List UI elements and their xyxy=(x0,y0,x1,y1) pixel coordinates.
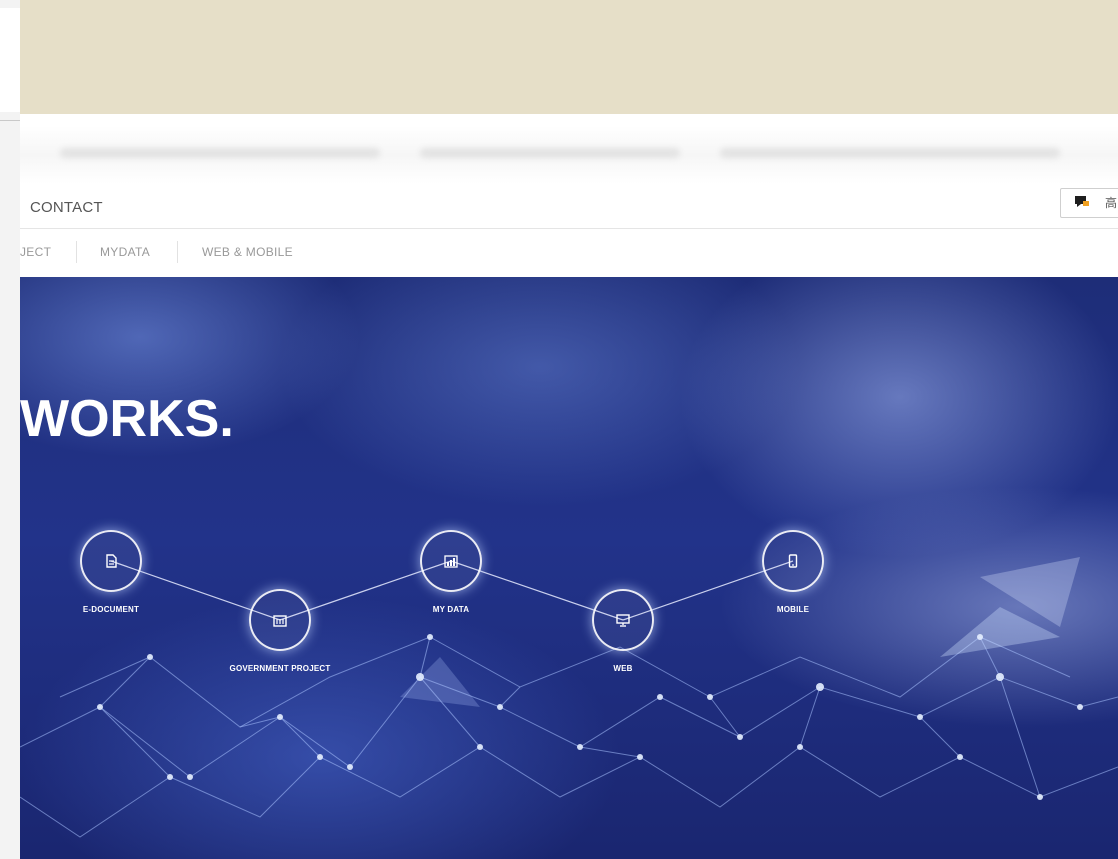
chat-button-label: 高 xyxy=(1105,196,1118,210)
sub-nav-item-project[interactable]: JECT xyxy=(20,245,51,259)
left-edge-panel xyxy=(0,8,20,112)
nav-item-contact[interactable]: CONTACT xyxy=(30,199,103,216)
node-label-mobile: MOBILE xyxy=(776,605,810,614)
node-my-data[interactable] xyxy=(420,530,482,592)
phone-icon xyxy=(788,554,798,568)
blurred-notice-area xyxy=(20,126,1118,184)
sub-nav-item-mydata[interactable]: MYDATA xyxy=(100,245,150,259)
monitor-icon xyxy=(616,614,630,627)
node-web[interactable] xyxy=(592,589,654,651)
hero-banner: WORKS. E-DOCUMENT GOVERNMENT PROJECT MY … xyxy=(20,277,1118,859)
node-label-e-document: E-DOCUMENT xyxy=(82,605,140,614)
network-background xyxy=(20,557,1118,838)
document-icon xyxy=(106,554,117,568)
chat-icon xyxy=(1075,196,1089,207)
left-edge-strip xyxy=(0,0,20,859)
node-label-web: WEB xyxy=(613,664,633,673)
node-mobile[interactable] xyxy=(762,530,824,592)
sub-nav-divider xyxy=(177,241,178,263)
node-label-government-project: GOVERNMENT PROJECT xyxy=(229,664,331,673)
left-edge-divider xyxy=(0,120,20,121)
node-label-my-data: MY DATA xyxy=(432,605,470,614)
sub-nav-divider xyxy=(76,241,77,263)
top-banner xyxy=(20,0,1118,114)
sub-nav-item-web-mobile[interactable]: WEB & MOBILE xyxy=(202,245,293,259)
building-icon xyxy=(273,615,287,627)
chat-button[interactable]: 高 xyxy=(1060,188,1118,218)
main-navigation: CONTACT 高 xyxy=(20,186,1118,229)
sub-navigation: JECT MYDATA WEB & MOBILE xyxy=(20,229,1118,277)
node-government-project[interactable] xyxy=(249,589,311,651)
hero-title: WORKS. xyxy=(20,390,234,448)
chart-icon xyxy=(444,555,458,568)
node-e-document[interactable] xyxy=(80,530,142,592)
